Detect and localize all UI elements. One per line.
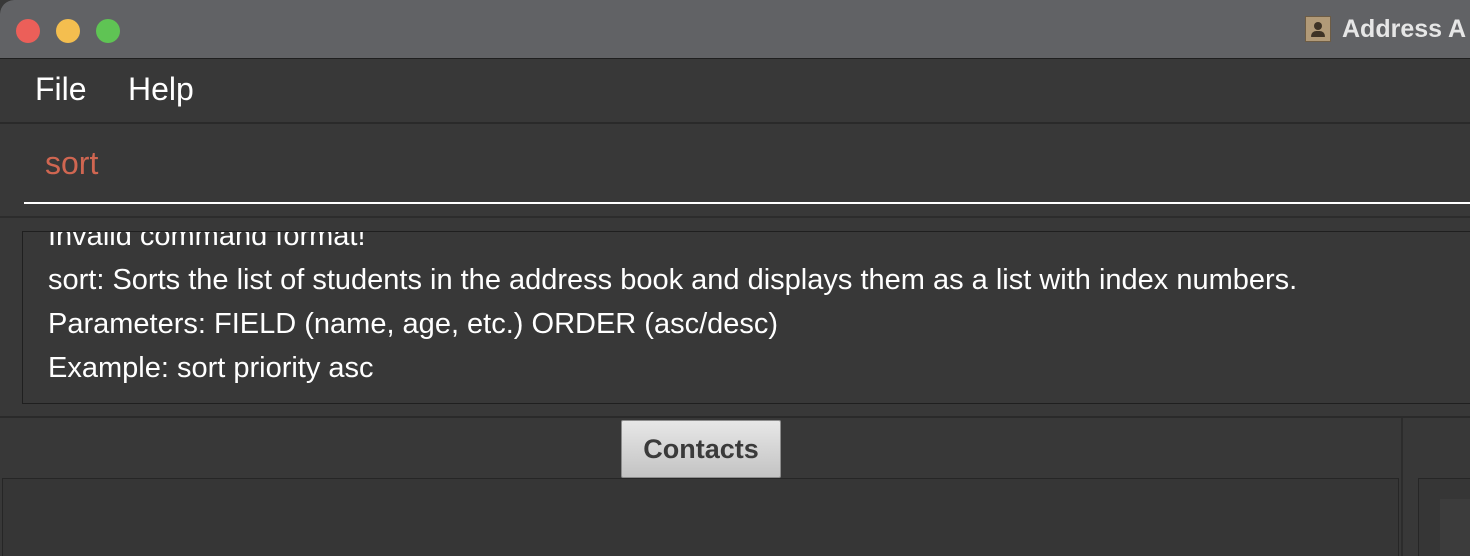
result-display[interactable]: Invalid command format! sort: Sorts the … bbox=[22, 231, 1470, 404]
detail-panel-content bbox=[1440, 499, 1470, 556]
contact-list[interactable] bbox=[2, 478, 1399, 556]
app-window: Address A File Help Invalid command form… bbox=[0, 0, 1470, 556]
menu-bar: File Help bbox=[0, 59, 1470, 124]
result-line-error: Invalid command format! bbox=[48, 231, 366, 252]
command-box-area bbox=[0, 124, 1470, 218]
result-text: Invalid command format! sort: Sorts the … bbox=[48, 231, 1298, 390]
window-title-group: Address A bbox=[1305, 14, 1466, 44]
address-book-icon bbox=[1305, 16, 1331, 42]
split-pane-divider[interactable] bbox=[1401, 418, 1403, 556]
title-bar[interactable]: Address A bbox=[0, 0, 1470, 59]
zoom-window-button[interactable] bbox=[96, 19, 120, 43]
command-input[interactable] bbox=[24, 124, 1470, 204]
minimize-window-button[interactable] bbox=[56, 19, 80, 43]
result-line-example: Example: sort priority asc bbox=[48, 352, 374, 384]
menu-file[interactable]: File bbox=[35, 71, 87, 108]
close-window-button[interactable] bbox=[16, 19, 40, 43]
menu-help[interactable]: Help bbox=[128, 71, 194, 108]
contacts-tab[interactable]: Contacts bbox=[621, 420, 781, 478]
window-title: Address A bbox=[1342, 14, 1467, 43]
result-line-parameters: Parameters: FIELD (name, age, etc.) ORDE… bbox=[48, 308, 779, 340]
result-line-usage: sort: Sorts the list of students in the … bbox=[48, 264, 1298, 296]
